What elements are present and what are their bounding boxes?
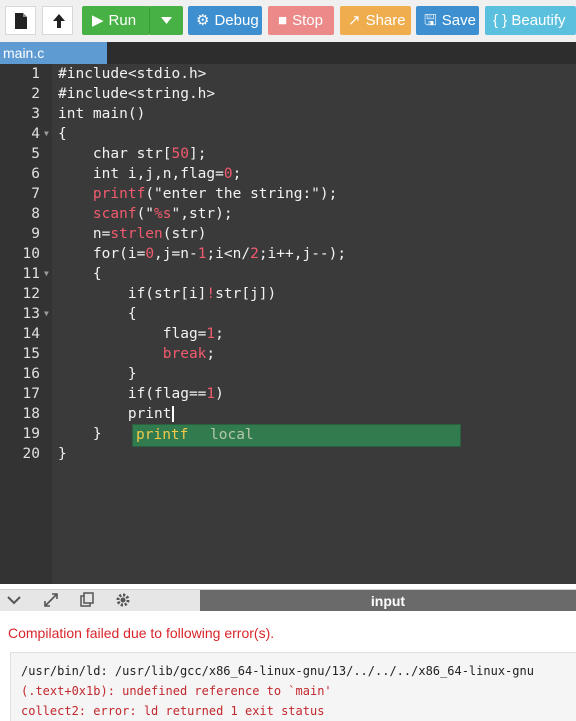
line-number: 19 — [22, 426, 40, 442]
output-panel: Compilation failed due to following erro… — [0, 611, 576, 721]
autocomplete-popup[interactable]: printf local — [132, 424, 461, 447]
line-number: 7 — [31, 186, 40, 202]
code-line[interactable]: #include<stdio.h> — [58, 64, 206, 84]
save-button[interactable]: 🖫 Save — [416, 6, 479, 35]
debug-icon: ⚙ — [196, 12, 210, 29]
code-line[interactable]: break; — [58, 344, 215, 364]
line-number: 4 — [31, 126, 40, 142]
code-editor[interactable]: 1 #include<stdio.h> 2 #include<string.h> 3… — [0, 64, 576, 584]
upload-icon — [53, 14, 65, 28]
tab-main-c[interactable]: main.c — [0, 42, 107, 64]
beautify-button[interactable]: { } Beautify — [485, 6, 576, 35]
fold-toggle-icon[interactable]: ▼ — [44, 304, 49, 324]
tab-input[interactable]: input — [200, 590, 576, 612]
fold-toggle-icon[interactable]: ▼ — [44, 264, 49, 284]
compile-error-title: Compilation failed due to following erro… — [8, 625, 275, 641]
fold-toggle-icon[interactable]: ▼ — [44, 124, 49, 144]
code-line[interactable]: n=strlen(str) — [58, 224, 207, 244]
line-number: 12 — [22, 286, 40, 302]
code-line[interactable]: scanf("%s",str); — [58, 204, 233, 224]
stop-icon: ■ — [278, 12, 288, 29]
code-line[interactable]: flag=1; — [58, 324, 224, 344]
line-number: 3 — [31, 106, 40, 122]
code-line[interactable]: char str[50]; — [58, 144, 207, 164]
line-number: 10 — [22, 246, 40, 262]
error-line: /usr/bin/ld: /usr/lib/gcc/x86_64-linux-g… — [21, 664, 534, 678]
debug-button[interactable]: ⚙ Debug — [188, 6, 262, 35]
line-number: 18 — [22, 406, 40, 422]
error-line: (.text+0x1b): undefined reference to `ma… — [21, 684, 332, 698]
chevron-down-icon[interactable] — [6, 592, 22, 608]
expand-icon[interactable] — [43, 592, 59, 608]
play-icon: ▶ — [92, 12, 104, 29]
share-button[interactable]: ↗ Share — [340, 6, 411, 35]
autocomplete-suggestion[interactable]: printf — [136, 425, 188, 446]
autocomplete-meta: local — [210, 427, 254, 443]
line-number: 9 — [31, 226, 40, 242]
code-line[interactable]: } — [58, 364, 137, 384]
line-number: 2 — [31, 86, 40, 102]
code-line[interactable]: { — [58, 264, 102, 284]
line-number: 16 — [22, 366, 40, 382]
code-line[interactable]: printf("enter the string:"); — [58, 184, 337, 204]
line-number: 15 — [22, 346, 40, 362]
gear-icon[interactable] — [115, 592, 131, 608]
line-number: 1 — [31, 66, 40, 82]
line-number: 14 — [22, 326, 40, 342]
file-icon — [15, 13, 27, 29]
error-line: collect2: error: ld returned 1 exit stat… — [21, 704, 325, 718]
save-icon: 🖫 — [424, 12, 437, 29]
stop-button[interactable]: ■ Stop — [268, 6, 334, 35]
copy-icon[interactable] — [79, 592, 95, 608]
code-line[interactable]: { — [58, 304, 137, 324]
line-number: 13 — [22, 306, 40, 322]
line-number: 8 — [31, 206, 40, 222]
compiler-output: /usr/bin/ld: /usr/lib/gcc/x86_64-linux-g… — [10, 652, 576, 721]
code-line[interactable]: for(i=0,j=n-1;i<n/2;i++,j--); — [58, 244, 346, 264]
new-file-button[interactable] — [5, 6, 36, 35]
code-line[interactable]: if(flag==1) — [58, 384, 224, 404]
code-line[interactable]: int main() — [58, 104, 145, 124]
run-dropdown-button[interactable] — [149, 6, 183, 35]
code-line[interactable]: { — [58, 124, 67, 144]
code-line[interactable]: } — [58, 424, 102, 444]
line-number: 11 — [22, 266, 40, 282]
code-line[interactable]: int i,j,n,flag=0; — [58, 164, 241, 184]
line-number: 20 — [22, 446, 40, 462]
line-number: 5 — [31, 146, 40, 162]
code-line[interactable]: print — [58, 404, 174, 424]
code-line[interactable]: } — [58, 444, 67, 464]
output-panel-toolbar: input — [0, 589, 576, 612]
line-number: 17 — [22, 386, 40, 402]
code-line[interactable]: #include<string.h> — [58, 84, 215, 104]
file-tab-bar: main.c — [0, 42, 576, 64]
upload-button[interactable] — [42, 6, 73, 35]
toolbar: ▶ Run ⚙ Debug ■ Stop ↗ Share 🖫 Save { } Beaut… — [0, 0, 576, 42]
code-line[interactable]: if(str[i]!str[j]) — [58, 284, 276, 304]
run-button[interactable]: ▶ Run — [82, 6, 150, 35]
share-icon: ↗ — [348, 12, 361, 29]
text-cursor — [171, 406, 174, 422]
line-number: 6 — [31, 166, 40, 182]
chevron-down-icon — [161, 17, 172, 24]
